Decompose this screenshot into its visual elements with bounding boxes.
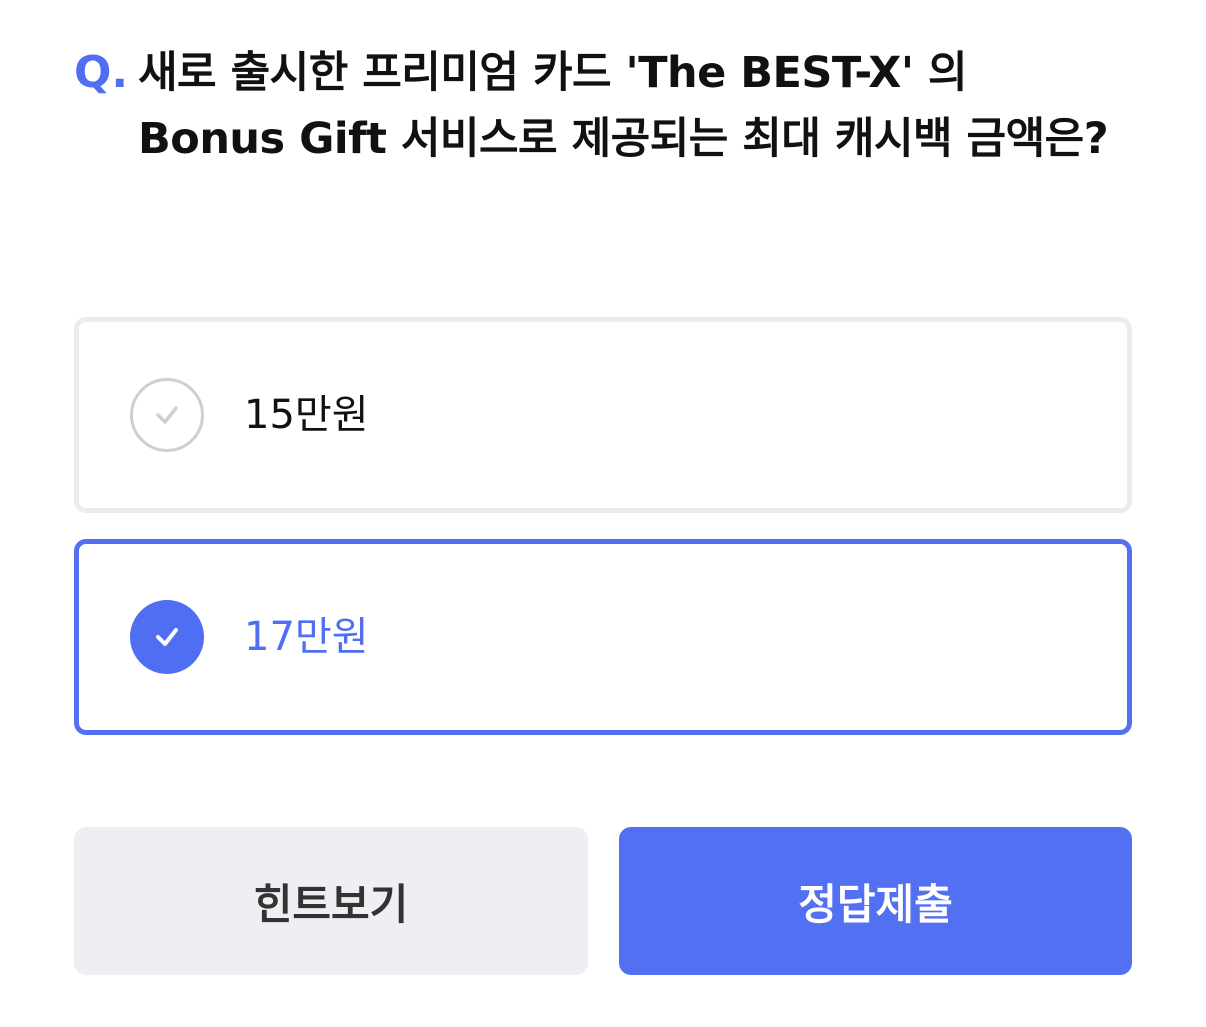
answer-option-2-label: 17만원 <box>244 614 369 660</box>
checked-radio-check-icon <box>130 600 204 674</box>
question: Q. 새로 출시한 프리미엄 카드 'The BEST-X' 의 Bonus G… <box>74 40 1134 172</box>
answer-option-2[interactable]: 17만원 <box>74 539 1132 735</box>
question-text: 새로 출시한 프리미엄 카드 'The BEST-X' 의 Bonus Gift… <box>138 48 1109 164</box>
answer-option-1[interactable]: 15만원 <box>74 317 1132 513</box>
check-icon <box>156 628 178 646</box>
hint-button[interactable]: 힌트보기 <box>74 827 588 975</box>
unchecked-radio-check-icon <box>130 378 204 452</box>
submit-answer-button[interactable]: 정답제출 <box>619 827 1132 975</box>
check-icon <box>156 406 178 424</box>
question-prefix: Q. <box>74 47 129 98</box>
answer-option-1-label: 15만원 <box>244 392 369 438</box>
